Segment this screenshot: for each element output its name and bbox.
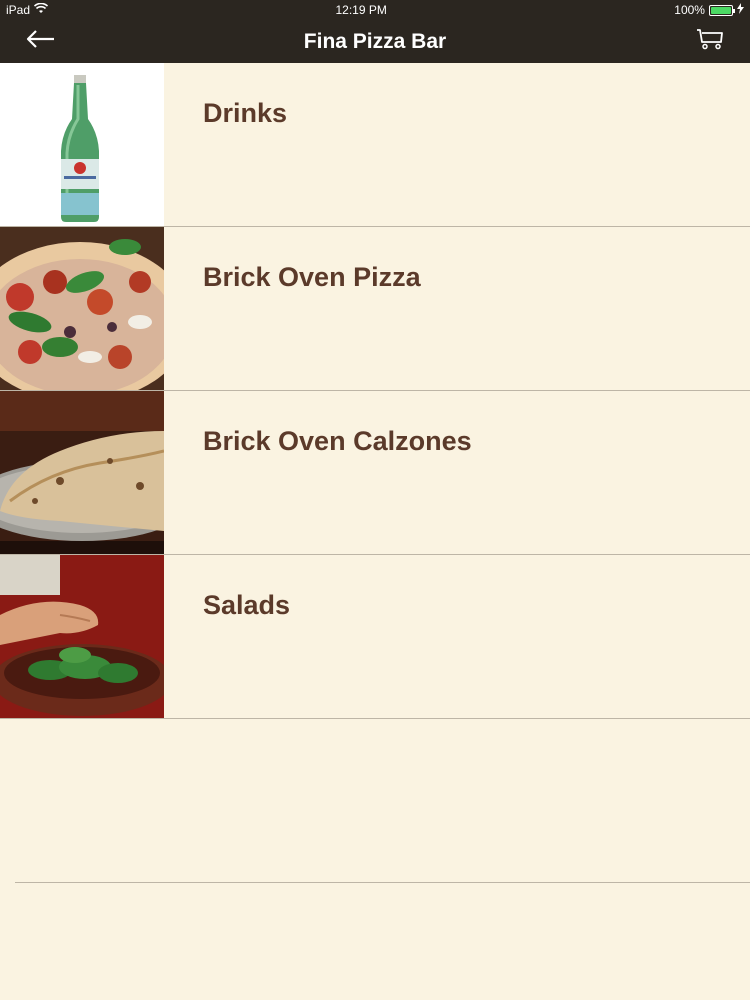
charging-icon	[736, 3, 744, 17]
empty-row-divider	[15, 882, 750, 883]
category-label-pizza: Brick Oven Pizza	[203, 262, 421, 292]
back-button[interactable]	[24, 28, 58, 54]
cart-button[interactable]	[694, 28, 726, 54]
salads-thumbnail	[0, 555, 164, 718]
status-right: 100%	[674, 3, 744, 17]
category-row-drinks[interactable]: Drinks	[0, 63, 750, 227]
status-left: iPad	[6, 2, 49, 17]
page-title: Fina Pizza Bar	[303, 29, 447, 53]
back-arrow-icon	[26, 29, 56, 54]
battery-icon	[708, 4, 735, 16]
category-row-calzones[interactable]: Brick Oven Calzones	[0, 391, 750, 555]
battery-level	[710, 6, 731, 14]
battery-percent: 100%	[674, 3, 705, 17]
wifi-icon	[33, 2, 49, 17]
device-name: iPad	[6, 3, 31, 17]
category-label-salads: Salads	[203, 590, 291, 620]
cart-icon	[696, 28, 724, 55]
category-list: Drinks Brick Oven Pizza Brick Oven Calzo…	[0, 63, 750, 719]
pizza-thumbnail	[0, 227, 164, 390]
category-label-drinks: Drinks	[203, 98, 288, 128]
category-label-calzones: Brick Oven Calzones	[203, 426, 472, 456]
status-bar: iPad 12:19 PM 100%	[0, 0, 750, 20]
drinks-thumbnail	[0, 63, 164, 226]
nav-bar: Fina Pizza Bar	[0, 20, 750, 63]
status-time: 12:19 PM	[335, 3, 387, 17]
calzones-thumbnail	[0, 391, 164, 554]
category-row-salads[interactable]: Salads	[0, 555, 750, 719]
category-row-pizza[interactable]: Brick Oven Pizza	[0, 227, 750, 391]
